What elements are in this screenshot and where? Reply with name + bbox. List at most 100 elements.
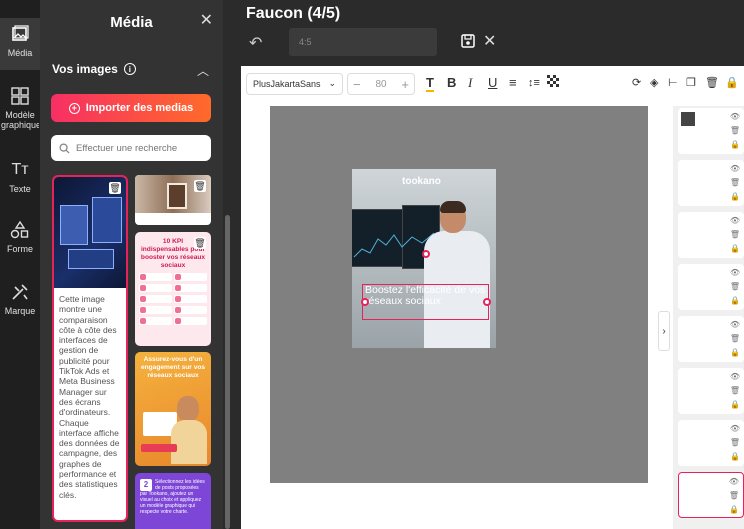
italic-icon[interactable]: I — [468, 75, 472, 91]
media-card-selected[interactable]: 🗑 Cette image montre une comparaison côt… — [52, 175, 128, 522]
trash-icon[interactable]: 🗑 — [729, 491, 739, 501]
search-box[interactable] — [51, 135, 211, 161]
media-card[interactable]: 10 KPI indispensables pour booster vos r… — [135, 232, 211, 346]
layer-item[interactable]: 👁 🗑 🔒 — [678, 160, 744, 206]
layer-item[interactable]: 👁 🗑 🔒 — [678, 420, 744, 466]
trash-icon[interactable]: 🗑 — [730, 126, 740, 136]
font-size-value: 80 — [375, 78, 387, 90]
rail-label-text: Texte — [9, 184, 31, 194]
layer-item[interactable]: 👁 🗑 🔒 — [678, 368, 744, 414]
eye-icon[interactable]: 👁 — [730, 112, 740, 122]
panel-scrollbar-thumb[interactable] — [225, 215, 230, 529]
trash-icon[interactable]: 🗑 — [730, 438, 740, 448]
lock-icon[interactable]: 🔒 — [730, 140, 740, 150]
bold-icon[interactable]: B — [447, 75, 456, 91]
editor-area: PlusJakartaSans ⌄ − 80 + T B I U ≡ ↕≡ ⟳ … — [241, 66, 744, 529]
close-editor-icon[interactable]: ✕ — [483, 31, 496, 51]
align-icon[interactable]: ≡ — [509, 75, 517, 91]
panel-title: Média — [110, 14, 153, 31]
undo-icon[interactable]: ↶ — [249, 33, 262, 53]
text-color-icon[interactable]: T — [426, 75, 434, 92]
rail-item-media[interactable]: Média — [0, 18, 40, 70]
trash-icon[interactable]: 🗑 — [194, 237, 206, 249]
media-card[interactable]: 2 Sélectionnez les idées de posts propos… — [135, 473, 211, 529]
media-card[interactable]: Assurez-vous d'un engagement sur vos rés… — [135, 352, 211, 466]
close-icon[interactable]: ✕ — [200, 10, 213, 30]
selection-handle[interactable] — [422, 250, 430, 258]
trash-icon[interactable]: 🗑 — [730, 178, 740, 188]
person-hair — [440, 201, 466, 213]
trash-icon[interactable]: 🗑 — [730, 282, 740, 292]
font-value: PlusJakartaSans — [253, 79, 321, 89]
format-input[interactable] — [289, 28, 437, 56]
font-size-stepper[interactable]: − 80 + — [347, 73, 415, 95]
eye-icon[interactable]: 👁 — [730, 320, 740, 330]
eye-icon[interactable]: 👁 — [730, 372, 740, 382]
import-media-button[interactable]: + Importer des medias — [51, 94, 211, 122]
duplicate-icon[interactable]: ❐ — [686, 75, 696, 91]
lock-icon[interactable]: 🔒 — [730, 400, 740, 410]
eye-icon[interactable]: 👁 — [729, 477, 739, 487]
selection-handle[interactable] — [361, 298, 369, 306]
section-header: Vos images i — [52, 62, 136, 76]
chevron-up-icon[interactable]: ︿ — [197, 62, 209, 79]
save-icon[interactable] — [461, 34, 475, 48]
trash-icon[interactable]: 🗑 — [705, 75, 719, 91]
layer-item[interactable]: 👁 🗑 🔒 — [678, 108, 744, 154]
media-panel: Média ✕ Vos images i ︿ + Importer des me… — [40, 0, 223, 529]
media-card[interactable]: 🗑 — [135, 175, 211, 225]
rail-item-shapes[interactable]: Forme — [0, 220, 40, 254]
rail-item-template[interactable]: Modèle graphique — [0, 86, 40, 130]
design-canvas[interactable]: tookano Boostez l'efficacité de vos rése… — [352, 169, 496, 348]
trash-icon[interactable]: 🗑 — [194, 180, 206, 192]
search-icon — [59, 142, 70, 154]
chevron-right-icon[interactable]: › — [658, 311, 670, 351]
rail-label-media: Média — [7, 48, 33, 58]
canvas-area[interactable]: tookano Boostez l'efficacité de vos rése… — [270, 106, 648, 483]
font-select[interactable]: PlusJakartaSans ⌄ — [246, 73, 343, 95]
trash-icon[interactable]: 🗑 — [730, 230, 740, 240]
trash-icon[interactable]: 🗑 — [109, 182, 121, 194]
minus-icon[interactable]: − — [353, 77, 361, 92]
lock-icon[interactable]: 🔒 — [730, 244, 740, 254]
rail-item-text[interactable]: Tт Texte — [0, 160, 40, 195]
lock-icon[interactable]: 🔒 — [730, 192, 740, 202]
underline-icon[interactable]: U — [488, 75, 497, 91]
selection-handle[interactable] — [483, 298, 491, 306]
layer-item[interactable]: 👁 🗑 🔒 — [678, 212, 744, 258]
brand-logo: tookano — [402, 176, 441, 187]
lock-icon[interactable]: 🔒 — [729, 505, 739, 515]
trash-icon[interactable]: 🗑 — [730, 386, 740, 396]
layer-thumbnail — [681, 112, 695, 126]
line-height-icon[interactable]: ↕≡ — [528, 75, 540, 91]
plus-icon[interactable]: + — [401, 77, 409, 92]
selection-box[interactable] — [362, 284, 489, 320]
chevron-down-icon: ⌄ — [328, 78, 336, 88]
eye-icon[interactable]: 👁 — [730, 164, 740, 174]
layer-item-selected[interactable]: 👁 🗑 🔒 — [678, 472, 744, 518]
step-number: 2 — [140, 479, 152, 491]
rail-item-brand[interactable]: Marque — [0, 282, 40, 316]
media-description: Cette image montre une comparaison côte … — [59, 294, 120, 500]
text-toolbar: PlusJakartaSans ⌄ − 80 + T B I U ≡ ↕≡ ⟳ … — [241, 66, 744, 100]
lock-icon[interactable]: 🔒 — [730, 296, 740, 306]
brand-icon — [10, 282, 30, 302]
rail-label-template: Modèle graphique — [1, 110, 39, 130]
trash-icon[interactable]: 🗑 — [730, 334, 740, 344]
lock-icon[interactable]: 🔒 — [725, 75, 739, 91]
layer-item[interactable]: 👁 🗑 🔒 — [678, 264, 744, 310]
search-input[interactable] — [76, 142, 201, 154]
eye-icon[interactable]: 👁 — [730, 424, 740, 434]
lock-icon[interactable]: 🔒 — [730, 348, 740, 358]
info-icon[interactable]: i — [123, 63, 136, 75]
left-rail: Média Modèle graphique Tт Texte Forme Ma… — [0, 0, 40, 529]
eye-icon[interactable]: 👁 — [730, 268, 740, 278]
section-title: Vos images — [52, 62, 118, 76]
lock-icon[interactable]: 🔒 — [730, 452, 740, 462]
transparency-icon[interactable] — [547, 75, 559, 91]
align-left-icon[interactable]: ⊢ — [668, 75, 678, 91]
layers-icon[interactable]: ◈ — [650, 75, 658, 91]
eye-icon[interactable]: 👁 — [730, 216, 740, 226]
layer-item[interactable]: 👁 🗑 🔒 — [678, 316, 744, 362]
refresh-icon[interactable]: ⟳ — [632, 75, 641, 91]
